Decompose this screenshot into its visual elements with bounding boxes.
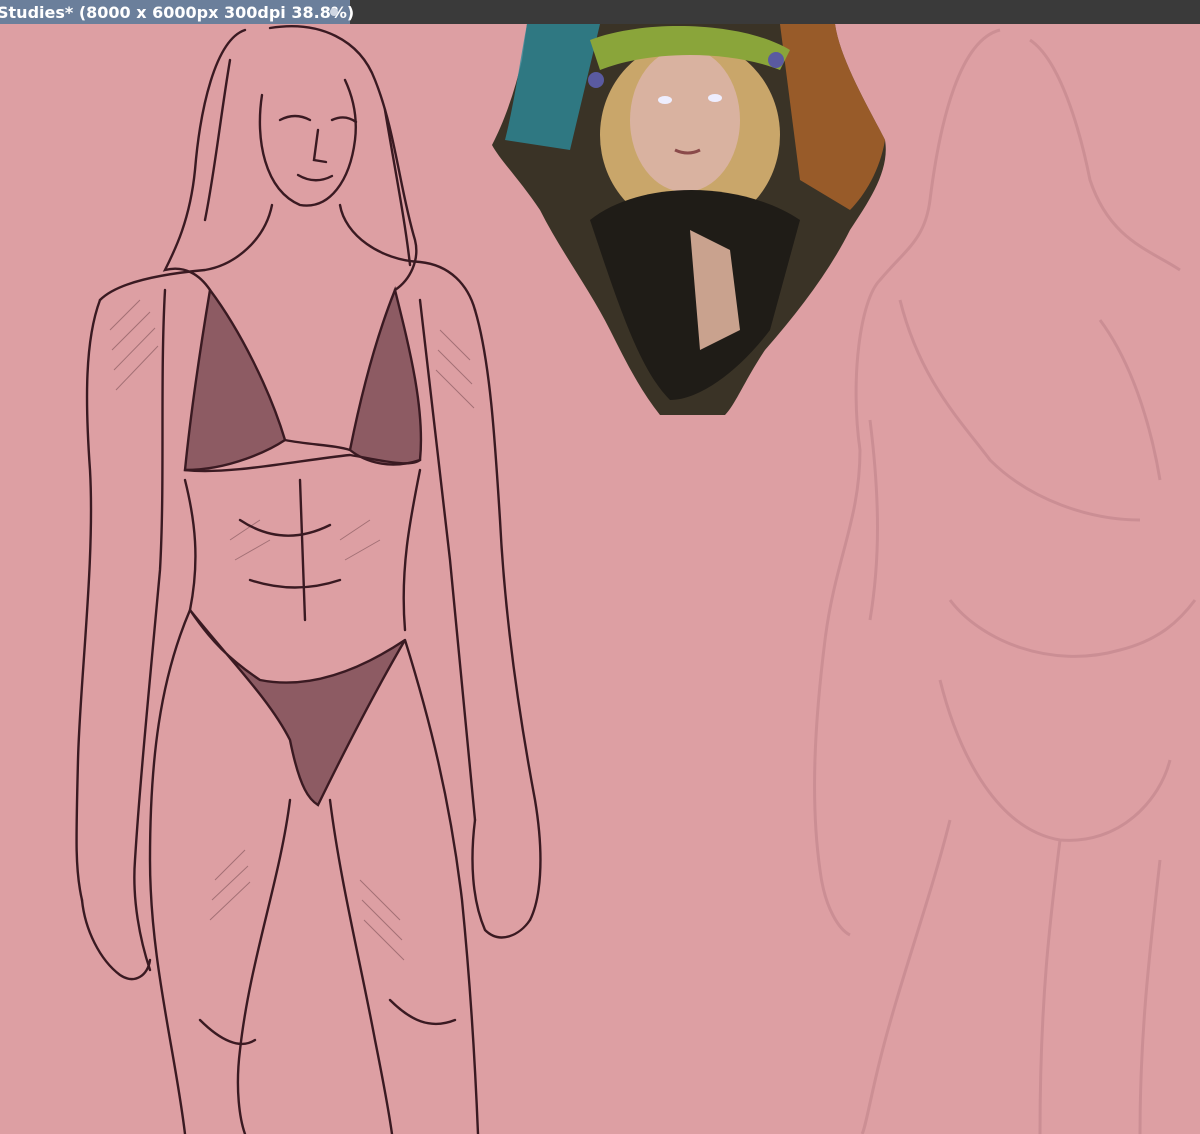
- document-tab-bar: Studies* (8000 x 6000px 300dpi 38.8%): [0, 0, 1200, 24]
- document-tab-title: Studies* (8000 x 6000px 300dpi 38.8%): [0, 2, 355, 22]
- main-figure-sketch: [75, 25, 542, 1134]
- sketch-hatching: [109, 299, 475, 961]
- reference-photo-cutout: [492, 24, 886, 415]
- canvas-artwork: [75, 24, 1197, 1134]
- modified-dot-icon[interactable]: [330, 8, 338, 16]
- faint-figure-sketch: [813, 28, 1197, 1134]
- drawing-canvas[interactable]: [0, 24, 1200, 1134]
- document-tab[interactable]: Studies* (8000 x 6000px 300dpi 38.8%): [0, 0, 354, 24]
